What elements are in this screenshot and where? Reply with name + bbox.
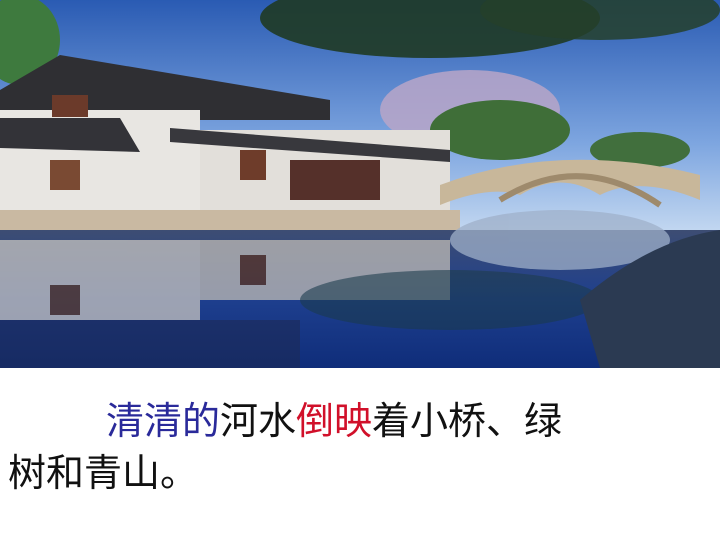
phrase-trees-mountains: 树和青山。 bbox=[8, 451, 199, 495]
phrase-reflect: 倒映 bbox=[296, 399, 373, 443]
phrase-river-water: 河水 bbox=[220, 399, 297, 443]
caption-line-1: 清清的河水倒映着小桥、绿 bbox=[106, 395, 562, 447]
phrase-bridge-green: 着小桥、绿 bbox=[372, 399, 563, 443]
phrase-clear-clear: 清清的 bbox=[106, 399, 221, 443]
caption: 清清的河水倒映着小桥、绿 树和青山。 bbox=[0, 385, 720, 540]
canal-town-photo bbox=[0, 0, 720, 368]
caption-line-2: 树和青山。 bbox=[8, 447, 198, 499]
